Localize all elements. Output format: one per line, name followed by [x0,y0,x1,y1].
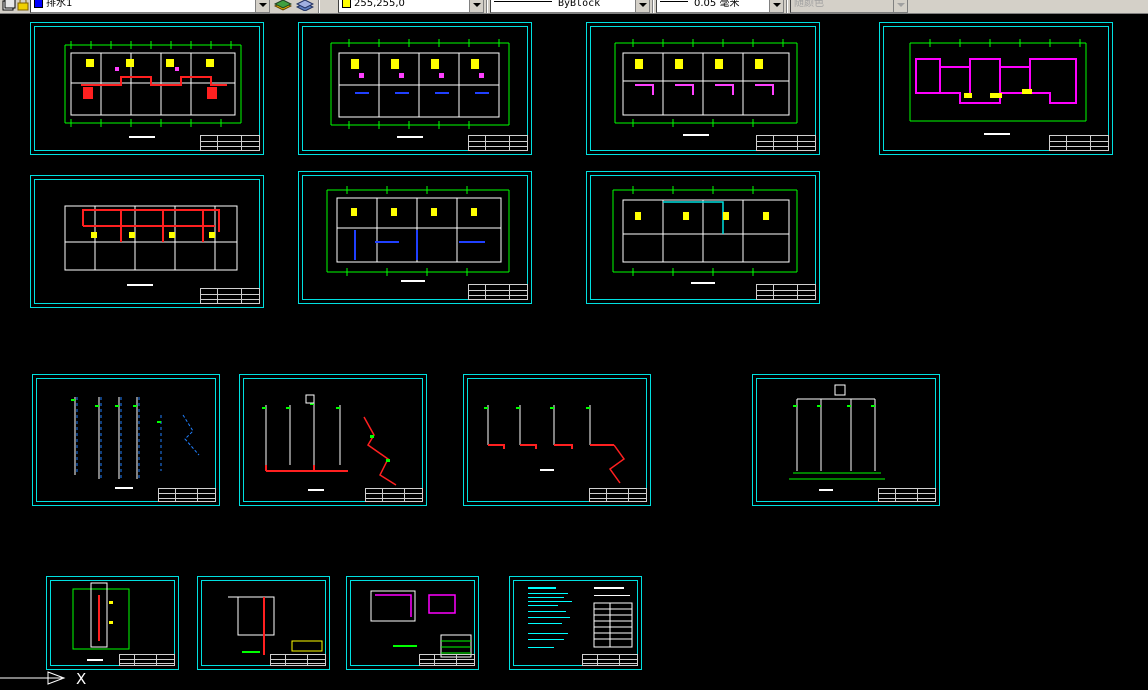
drawing-sheet-plan-3[interactable] [586,22,820,155]
color-dropdown[interactable]: 255,255,0 [338,0,484,13]
chevron-down-icon[interactable] [769,0,783,12]
lineweight-value: 0.05 毫米 [694,0,740,9]
ucs-axis-icon: X [0,670,86,688]
title-block [756,284,816,300]
title-block [365,488,423,502]
title-block [158,488,216,502]
title-block [270,654,326,666]
title-block [878,488,936,502]
drawing-sheet-riser-2[interactable] [239,374,427,506]
drawing-sheet-riser-1[interactable] [32,374,220,506]
title-block [1049,135,1109,151]
linetype-value: ByBlock [558,0,601,9]
layer-name: 排水1 [46,0,73,9]
drawing-sheet-detail-2[interactable] [197,576,330,670]
drawing-sheet-plan-2[interactable] [298,22,532,155]
drawing-sheet-plan-1[interactable] [30,22,264,155]
chevron-down-icon[interactable] [635,0,649,12]
drawing-sheet-detail-3[interactable] [346,576,479,670]
layer-previous-icon[interactable] [296,0,314,11]
drawing-sheet-plan-5[interactable] [30,175,264,308]
lineweight-dropdown[interactable]: 0.05 毫米 [656,0,784,13]
layer-dropdown[interactable]: 排水1 [30,0,270,13]
chevron-down-icon[interactable] [255,0,269,12]
properties-toolbar: 排水1 255,255,0 ByBlock 0.05 毫米 随颜色 [0,0,1148,14]
drawing-sheet-notes-1[interactable] [509,576,642,670]
drawing-sheet-riser-3[interactable] [463,374,651,506]
layer-color-swatch [34,0,43,8]
title-block [589,488,647,502]
title-block [200,135,260,151]
title-block [756,135,816,151]
title-block [419,654,475,666]
linetype-sample [494,1,552,2]
chevron-down-icon [893,0,907,12]
color-value: 255,255,0 [354,0,405,9]
title-block [582,654,638,666]
plotstyle-value: 随颜色 [794,0,824,9]
color-swatch [342,0,351,8]
plotstyle-dropdown: 随颜色 [790,0,908,13]
drawing-sheet-plan-6[interactable] [298,171,532,304]
drawing-sheet-detail-1[interactable] [46,576,179,670]
model-space-canvas[interactable] [0,14,1148,690]
ucs-x-label: X [76,670,86,688]
title-block [468,284,528,300]
title-block [200,288,260,304]
title-block [119,654,175,666]
layer-state-icon[interactable] [2,0,16,11]
title-block [468,135,528,151]
layer-lock-icon[interactable] [16,0,30,11]
linetype-dropdown[interactable]: ByBlock [490,0,650,13]
chevron-down-icon[interactable] [469,0,483,12]
drawing-sheet-plan-7[interactable] [586,171,820,304]
drawing-sheet-riser-4[interactable] [752,374,940,506]
lineweight-sample [660,1,688,2]
drawing-sheet-plan-4[interactable] [879,22,1113,155]
make-object-layer-current-icon[interactable] [274,0,292,11]
